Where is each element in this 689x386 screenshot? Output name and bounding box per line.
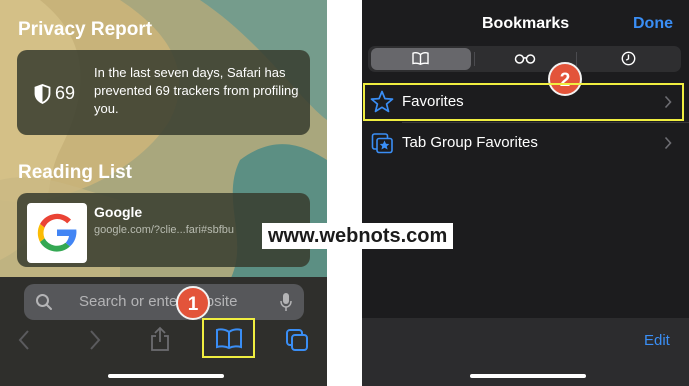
reading-item-title: Google (94, 204, 143, 220)
google-thumbnail (27, 203, 87, 263)
home-indicator (108, 374, 224, 378)
step-badge-1: 1 (176, 286, 210, 320)
watermark: www.webnots.com (262, 223, 454, 249)
microphone-icon[interactable] (280, 292, 292, 312)
search-placeholder: Search or enter website (79, 293, 238, 310)
bookmarks-title: Bookmarks (482, 15, 570, 32)
star-folder-icon (371, 133, 393, 154)
chevron-right-icon (664, 136, 672, 150)
bookmarks-button-highlight (202, 318, 255, 358)
share-icon[interactable] (150, 326, 170, 352)
clock-icon[interactable] (621, 51, 636, 66)
back-chevron-icon[interactable] (17, 329, 31, 351)
google-logo-icon (37, 213, 77, 252)
tracker-count: 69 (55, 83, 76, 103)
search-icon (36, 294, 52, 310)
edit-button[interactable]: Edit (644, 332, 670, 349)
safari-start-page: Privacy Report 69 In the last seven days… (0, 0, 327, 386)
reading-list-title: Reading List (18, 162, 133, 183)
privacy-report-title: Privacy Report (18, 19, 153, 40)
favorites-row-highlight (363, 83, 684, 121)
book-icon (412, 52, 429, 65)
segment-divider (576, 52, 577, 66)
privacy-report-text: In the last seven days, Safari has preve… (94, 65, 299, 116)
row-separator (402, 122, 689, 123)
segment-divider (474, 52, 475, 66)
tab-group-favorites-label: Tab Group Favorites (402, 134, 538, 151)
glasses-icon[interactable] (514, 53, 536, 64)
tabs-icon[interactable] (285, 328, 309, 352)
forward-chevron-icon[interactable] (88, 329, 102, 351)
shield-icon (34, 84, 51, 104)
home-indicator (470, 374, 586, 378)
done-button[interactable]: Done (633, 15, 673, 33)
